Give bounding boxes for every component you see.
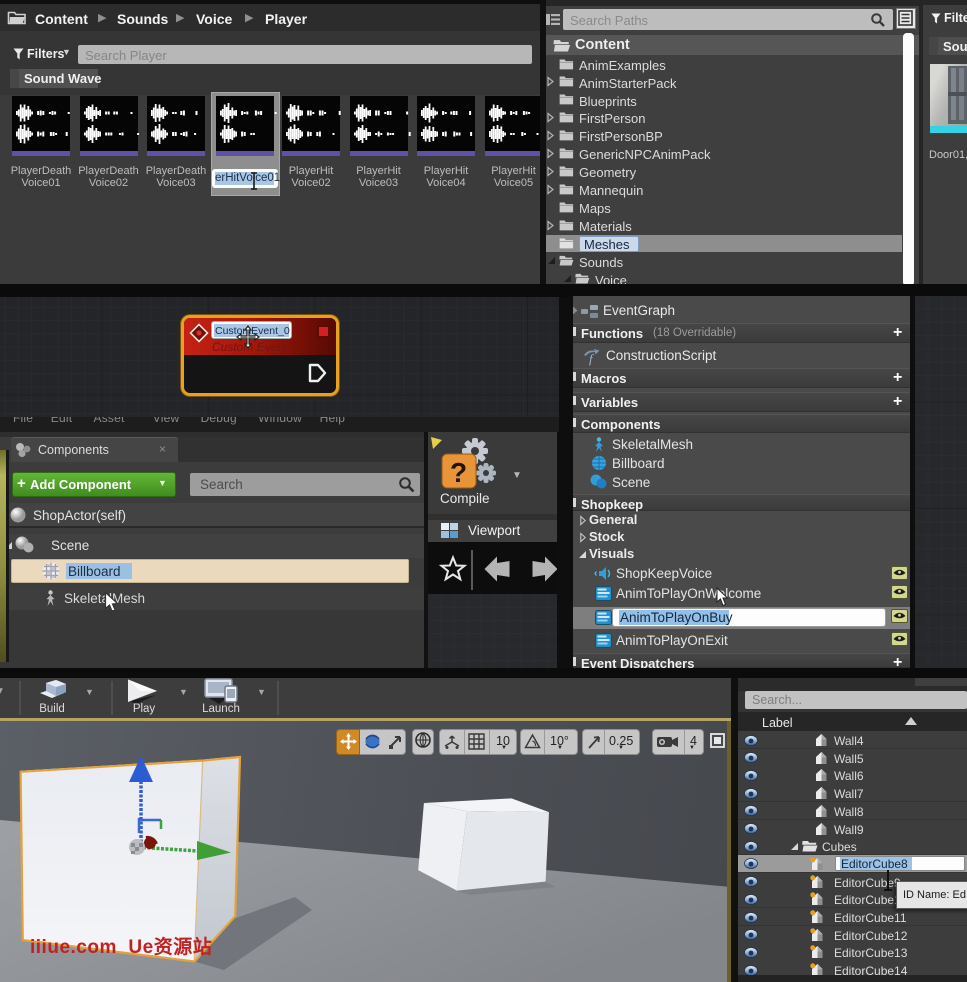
svg-text:?: ? [450, 457, 467, 488]
svg-text:f: f [589, 351, 595, 366]
